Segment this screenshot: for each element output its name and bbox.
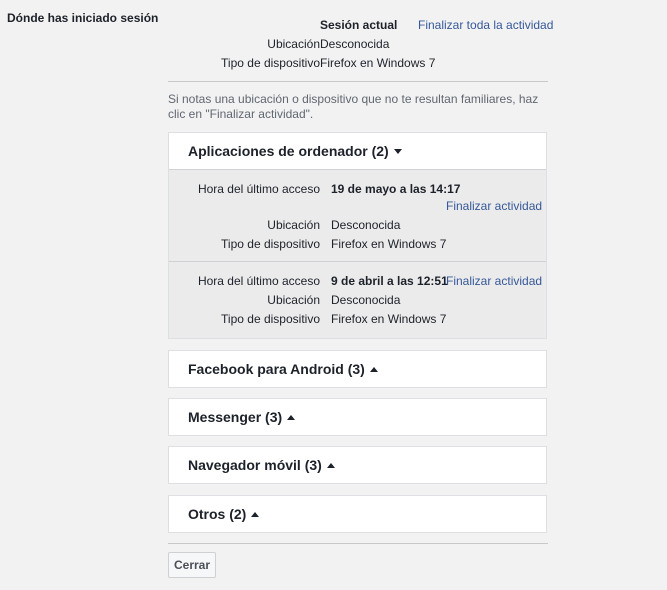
group-title: Messenger (3) [188, 409, 283, 425]
location-value: Desconocida [331, 293, 401, 307]
caret-up-icon [287, 414, 296, 420]
session-item: Hora del último acceso 19 de mayo a las … [169, 169, 546, 261]
current-session: Sesión actual Finalizar toda la activida… [168, 18, 553, 75]
group-title: Otros (2) [188, 506, 247, 522]
group-others: Otros (2) [168, 495, 547, 533]
caret-up-icon [369, 366, 378, 372]
current-session-label: Sesión actual [320, 18, 398, 32]
last-access-value: 19 de mayo a las 14:17 [331, 182, 461, 196]
section-title: Dónde has iniciado sesión [7, 11, 159, 25]
current-device-label: Tipo de dispositivo [221, 56, 320, 70]
group-title: Facebook para Android (3) [188, 361, 365, 377]
current-device-value: Firefox en Windows 7 [320, 56, 436, 70]
location-label: Ubicación [267, 218, 320, 232]
caret-up-icon [251, 511, 260, 517]
caret-down-icon [393, 148, 402, 154]
hint-text: Si notas una ubicación o dispositivo que… [168, 92, 539, 121]
session-item: Hora del último acceso 9 de abril a las … [169, 261, 546, 338]
group-header-others[interactable]: Otros (2) [169, 496, 546, 532]
device-label: Tipo de dispositivo [221, 237, 320, 251]
group-header-facebook-android[interactable]: Facebook para Android (3) [169, 351, 546, 387]
last-access-label: Hora del último acceso [197, 182, 320, 196]
divider [168, 543, 548, 544]
group-header-mobile-browser[interactable]: Navegador móvil (3) [169, 447, 546, 483]
current-location-value: Desconocida [320, 37, 390, 51]
current-location-label: Ubicación [267, 37, 320, 51]
group-header-messenger[interactable]: Messenger (3) [169, 399, 546, 435]
group-header-desktop-apps[interactable]: Aplicaciones de ordenador (2) [169, 133, 546, 169]
group-title: Aplicaciones de ordenador (2) [188, 143, 389, 159]
device-value: Firefox en Windows 7 [331, 312, 447, 326]
caret-up-icon [326, 462, 335, 468]
group-facebook-android: Facebook para Android (3) [168, 350, 547, 388]
end-activity-link[interactable]: Finalizar actividad [446, 199, 542, 213]
divider [168, 81, 548, 82]
location-value: Desconocida [331, 218, 401, 232]
group-messenger: Messenger (3) [168, 398, 547, 436]
group-title: Navegador móvil (3) [188, 457, 322, 473]
location-label: Ubicación [267, 293, 320, 307]
end-activity-link[interactable]: Finalizar actividad [446, 274, 542, 288]
last-access-label: Hora del último acceso [197, 274, 320, 288]
device-value: Firefox en Windows 7 [331, 237, 447, 251]
end-all-activity-link[interactable]: Finalizar toda la actividad [418, 18, 553, 32]
group-mobile-browser: Navegador móvil (3) [168, 446, 547, 484]
close-button[interactable]: Cerrar [168, 552, 216, 578]
device-label: Tipo de dispositivo [221, 312, 320, 326]
last-access-value: 9 de abril a las 12:51 [331, 274, 448, 288]
group-desktop-apps: Aplicaciones de ordenador (2) Hora del ú… [168, 132, 547, 339]
